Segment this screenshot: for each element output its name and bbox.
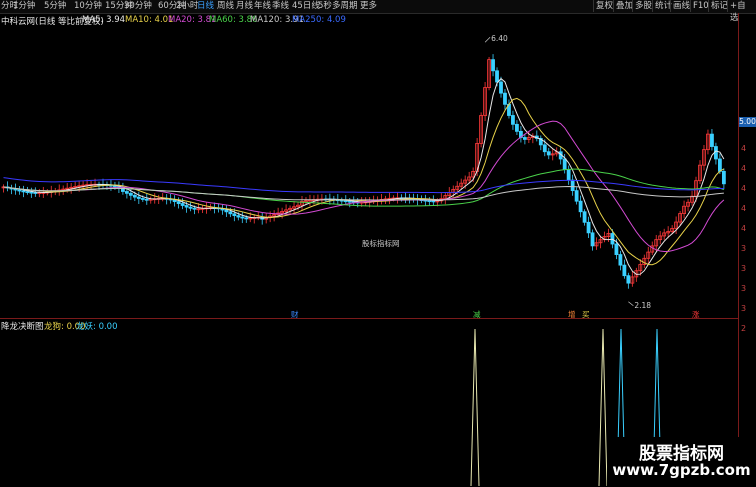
candle-body: [240, 216, 245, 219]
price-tick: 4: [741, 204, 747, 213]
candle-body: [491, 59, 495, 72]
period-tab[interactable]: 更多: [360, 1, 377, 12]
candle-body: [710, 133, 714, 147]
candle-body: [21, 190, 26, 193]
candle-body: [546, 151, 551, 156]
candle-body: [17, 189, 22, 192]
candle-body: [618, 254, 623, 266]
low-marker: [628, 301, 634, 307]
brand-watermark: 股票指标网 www.7gpzb.com: [607, 437, 756, 487]
candle-body: [522, 137, 527, 140]
period-tab[interactable]: 10分钟: [74, 1, 102, 12]
toolbar-button[interactable]: +自选: [727, 0, 756, 23]
price-tick: 4: [741, 144, 747, 153]
candle-body: [562, 158, 567, 170]
candle-body: [140, 198, 145, 200]
candle-body: [236, 215, 241, 218]
price-tick: 2: [741, 324, 747, 333]
candle-body: [144, 198, 149, 201]
candle-body: [343, 200, 348, 203]
candle-body: [515, 123, 519, 132]
period-tab[interactable]: 5分钟: [44, 1, 66, 12]
candle-body: [29, 191, 34, 194]
price-tick: 4: [741, 184, 747, 193]
period-tab[interactable]: 月线: [236, 1, 253, 12]
toolbar-button[interactable]: 多股: [632, 0, 654, 12]
candle-body: [427, 200, 432, 202]
candle-body: [25, 191, 30, 193]
period-tab[interactable]: 2小时: [176, 1, 198, 12]
candle-body: [610, 233, 615, 245]
candle-body: [224, 209, 229, 213]
ma120-line: [3, 186, 724, 201]
candle-body: [244, 217, 249, 220]
candle-body: [582, 211, 587, 223]
price-tick: 3: [741, 284, 747, 293]
period-tab[interactable]: 季线: [272, 1, 289, 12]
candle-body: [614, 243, 619, 255]
period-tab[interactable]: 1分钟: [13, 1, 35, 12]
signal-spike: [470, 328, 480, 486]
candle-body: [184, 205, 189, 208]
panel-divider: [0, 318, 738, 319]
candle-body: [718, 158, 722, 172]
candle-body: [622, 264, 627, 277]
candle-body: [192, 207, 197, 210]
brand-url: www.7gpzb.com: [612, 461, 751, 479]
period-tab[interactable]: 年线: [254, 1, 271, 12]
period-tab[interactable]: 5秒: [318, 1, 332, 12]
candle-body: [128, 192, 133, 196]
candle-body: [511, 115, 515, 125]
price-tick: 4: [741, 164, 747, 173]
candle-body: [590, 232, 595, 247]
low-label: 2.18: [634, 301, 651, 310]
candle-body: [33, 192, 38, 194]
toolbar-button[interactable]: 复权: [593, 0, 615, 12]
candle-body: [431, 200, 436, 203]
period-tab[interactable]: 45日线: [292, 1, 320, 12]
candle-body: [586, 221, 591, 234]
candle-body: [228, 211, 233, 215]
candle-body: [172, 199, 177, 203]
period-tab[interactable]: 日线: [197, 1, 214, 12]
candle-body: [188, 206, 193, 209]
price-tick: 3: [741, 264, 747, 273]
candle-body: [499, 81, 503, 94]
kline-chart[interactable]: 6.40 2.18: [0, 13, 738, 318]
candle-body: [542, 144, 547, 153]
period-tab[interactable]: 30分钟: [124, 1, 152, 12]
candle-body: [232, 213, 237, 217]
candle-body: [347, 200, 352, 203]
candle-body: [176, 201, 181, 204]
candle-body: [503, 92, 507, 105]
candle-body: [136, 196, 141, 199]
candle-body: [570, 179, 575, 192]
candle-body: [578, 200, 583, 213]
signal-spike: [598, 328, 608, 486]
high-marker: [484, 37, 491, 43]
price-axis-divider: [738, 13, 739, 487]
candle-body: [124, 191, 129, 194]
candle-body: [574, 190, 579, 202]
candle-body: [566, 169, 571, 181]
price-tick: 3: [741, 244, 747, 253]
candle-body: [13, 188, 18, 191]
period-tab[interactable]: 周线: [217, 1, 234, 12]
period-tab[interactable]: 多周期: [332, 1, 358, 12]
candle-body: [180, 203, 185, 206]
candle-body: [626, 275, 631, 284]
candle-body: [721, 170, 726, 185]
center-watermark: 股标指标网: [362, 239, 400, 248]
price-tick: 4: [741, 224, 747, 233]
price-tag: 5.00: [739, 117, 756, 127]
toolbar-button[interactable]: 画线: [670, 0, 692, 12]
period-toolbar: 分时 1分钟 5分钟 10分钟 15分钟 30分钟 60分钟 2小时 日线 周线 月线 年线 季线 45日…: [0, 0, 756, 23]
price-tick: 3: [741, 304, 747, 313]
candle-body: [495, 70, 499, 83]
candle-body: [132, 194, 137, 198]
high-label: 6.40: [491, 34, 508, 43]
